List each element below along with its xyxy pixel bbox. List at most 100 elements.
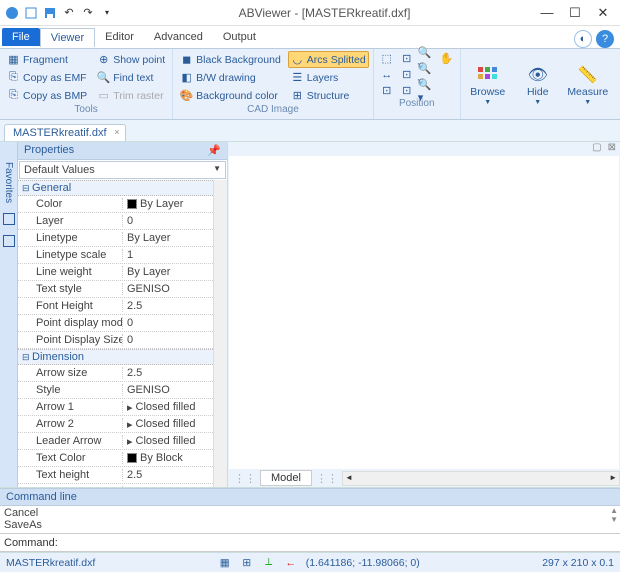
new-icon[interactable] <box>23 5 39 21</box>
pos-icon-2[interactable]: ⊡ <box>398 51 416 66</box>
property-value[interactable]: ▸ Closed filled <box>123 401 213 414</box>
status-icon-2[interactable]: ⊞ <box>240 556 254 570</box>
arcs-splitted-button[interactable]: ◡Arcs Splitted <box>288 51 369 68</box>
grip-icon[interactable]: ⋮⋮ <box>316 472 338 485</box>
properties-grid[interactable]: GeneralColor By LayerLayer 0Linetype By … <box>18 180 213 487</box>
hand-icon[interactable]: ✋ <box>438 51 456 66</box>
property-row[interactable]: Arrow 2▸ Closed filled <box>18 416 213 433</box>
property-row[interactable]: Linetype scale 1 <box>18 247 213 264</box>
property-group[interactable]: General <box>18 180 213 196</box>
browse-button[interactable]: Browse▼ <box>465 51 511 117</box>
pos-icon-4[interactable]: ⊡ <box>398 67 416 82</box>
close-button[interactable]: ✕ <box>590 3 616 23</box>
structure-button[interactable]: ⊞Structure <box>288 87 369 104</box>
favorites-tab[interactable]: Favorites <box>3 162 14 203</box>
bw-icon: ◧ <box>180 71 193 84</box>
property-key: Arrow 2 <box>18 418 123 430</box>
property-value[interactable]: 1 <box>123 249 213 261</box>
property-row[interactable]: Text offset 0.1 <box>18 484 213 487</box>
properties-scrollbar[interactable] <box>213 180 227 487</box>
style-button[interactable]: ◐ <box>574 30 592 48</box>
property-value[interactable]: 2.5 <box>123 367 213 379</box>
property-row[interactable]: Point display mode 0 <box>18 315 213 332</box>
property-row[interactable]: Point Display Size 0 <box>18 332 213 349</box>
property-value[interactable]: 0 <box>123 317 213 329</box>
property-row[interactable]: Color By Layer <box>18 196 213 213</box>
qat-dropdown-icon[interactable]: ▾ <box>99 5 115 21</box>
property-group[interactable]: Dimension <box>18 349 213 365</box>
horizontal-scrollbar[interactable] <box>342 471 620 486</box>
tab-viewer[interactable]: Viewer <box>40 28 95 47</box>
property-value[interactable]: By Layer <box>123 266 213 278</box>
canvas-header-icon2[interactable]: ⊠ <box>608 142 616 156</box>
pos-icon-3[interactable]: ↔ <box>378 67 396 82</box>
find-text-button[interactable]: 🔍Find text <box>94 69 168 86</box>
property-value[interactable]: ▸ Closed filled <box>123 418 213 431</box>
save-icon[interactable] <box>42 5 58 21</box>
property-value[interactable]: 0 <box>123 334 213 346</box>
pos-icon-6[interactable]: ⊡ <box>398 83 416 98</box>
sidebar-icon-2[interactable] <box>3 235 15 247</box>
property-value[interactable]: By Layer <box>123 198 213 210</box>
property-row[interactable]: Layer 0 <box>18 213 213 230</box>
grip-icon[interactable]: ⋮⋮ <box>234 472 256 485</box>
bg-color-button[interactable]: 🎨Background color <box>177 87 284 104</box>
property-row[interactable]: Style GENISO <box>18 382 213 399</box>
help-button[interactable]: ? <box>596 30 614 48</box>
scroll-down-icon[interactable]: ▼ <box>610 515 618 524</box>
zoom-fit-icon[interactable]: 🔍▾ <box>418 83 436 98</box>
sidebar-icon-1[interactable] <box>3 213 15 225</box>
property-value[interactable]: 0.1 <box>123 486 213 487</box>
status-icon-4[interactable]: ← <box>284 556 298 570</box>
property-value[interactable]: By Layer <box>123 232 213 244</box>
layers-button[interactable]: ☰Layers <box>288 69 369 86</box>
property-value[interactable]: By Block <box>123 452 213 464</box>
trim-raster-button[interactable]: ▭Trim raster <box>94 87 168 104</box>
property-row[interactable]: Leader Arrow▸ Closed filled <box>18 433 213 450</box>
model-tab[interactable]: Model <box>260 470 312 486</box>
property-row[interactable]: Text Color By Block <box>18 450 213 467</box>
property-row[interactable]: Linetype By Layer <box>18 230 213 247</box>
property-value[interactable]: GENISO <box>123 283 213 295</box>
ribbon-group-cad: ◼Black Background ◧B/W drawing 🎨Backgrou… <box>173 49 374 119</box>
document-tab[interactable]: MASTERkreatif.dxf <box>4 124 126 141</box>
property-row[interactable]: Arrow 1▸ Closed filled <box>18 399 213 416</box>
tab-advanced[interactable]: Advanced <box>144 28 213 46</box>
scroll-up-icon[interactable]: ▲ <box>610 506 618 515</box>
tab-file[interactable]: File <box>2 28 40 46</box>
fragment-button[interactable]: ▦Fragment <box>4 51 90 68</box>
redo-icon[interactable]: ↷ <box>80 5 96 21</box>
property-value[interactable]: 0 <box>123 215 213 227</box>
bw-drawing-button[interactable]: ◧B/W drawing <box>177 69 284 86</box>
copy-emf-button[interactable]: ⎘Copy as EMF <box>4 69 90 86</box>
undo-icon[interactable]: ↶ <box>61 5 77 21</box>
hide-button[interactable]: 👁Hide▼ <box>515 51 561 117</box>
tab-output[interactable]: Output <box>213 28 266 46</box>
status-icon-3[interactable]: ⟂ <box>262 556 276 570</box>
property-value[interactable]: 2.5 <box>123 469 213 481</box>
tab-editor[interactable]: Editor <box>95 28 144 46</box>
status-icon-1[interactable]: ▦ <box>218 556 232 570</box>
property-value[interactable]: GENISO <box>123 384 213 396</box>
property-row[interactable]: Line weight By Layer <box>18 264 213 281</box>
pos-icon-5[interactable]: ⊡ <box>378 83 396 98</box>
property-row[interactable]: Arrow size 2.5 <box>18 365 213 382</box>
copy-bmp-button[interactable]: ⎘Copy as BMP <box>4 87 90 104</box>
command-input[interactable] <box>61 537 616 549</box>
pin-icon[interactable]: 📌 <box>207 144 221 157</box>
canvas-viewport[interactable] <box>229 156 619 469</box>
measure-button[interactable]: 📏Measure▼ <box>565 51 611 117</box>
view-button[interactable]: ⛶View▼ <box>615 51 620 117</box>
property-row[interactable]: Text height 2.5 <box>18 467 213 484</box>
maximize-button[interactable]: ☐ <box>562 3 588 23</box>
property-value[interactable]: 2.5 <box>123 300 213 312</box>
property-value[interactable]: ▸ Closed filled <box>123 435 213 448</box>
properties-combo[interactable]: Default Values▼ <box>19 161 226 179</box>
property-row[interactable]: Text style GENISO <box>18 281 213 298</box>
property-row[interactable]: Font Height 2.5 <box>18 298 213 315</box>
black-bg-button[interactable]: ◼Black Background <box>177 51 284 68</box>
canvas-header-icon1[interactable]: ▢ <box>592 142 601 156</box>
show-point-button[interactable]: ⊕Show point <box>94 51 168 68</box>
minimize-button[interactable]: — <box>534 3 560 23</box>
pos-icon-1[interactable]: ⬚ <box>378 51 396 66</box>
